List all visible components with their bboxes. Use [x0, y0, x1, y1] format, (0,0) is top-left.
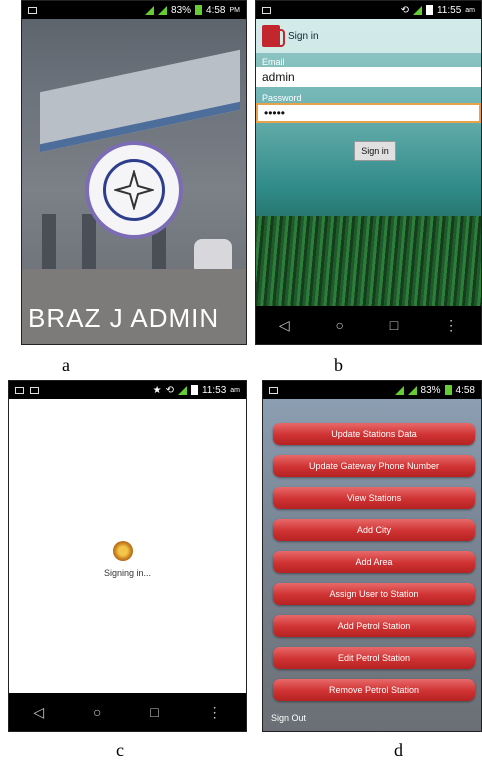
- back-icon[interactable]: ◁: [279, 317, 290, 334]
- splash-screen: 83% 4:58 PM BRAZ J ADMIN: [21, 0, 247, 345]
- password-label: Password: [262, 93, 302, 103]
- signal-icon: [394, 385, 404, 395]
- admin-menu-screen: 83% 4:58 Update Stations Data Update Gat…: [262, 380, 482, 732]
- view-stations-button[interactable]: View Stations: [273, 487, 475, 509]
- status-bar: ⟲ 11:55 am: [256, 1, 481, 19]
- battery-percent: 83%: [171, 4, 192, 16]
- status-bar: 83% 4:58 PM: [22, 1, 246, 19]
- status-bar: 83% 4:58: [263, 381, 481, 399]
- signal-icon: [177, 385, 187, 395]
- battery-icon: [444, 385, 452, 395]
- station-canopy: [40, 49, 240, 153]
- fuel-pump: [82, 214, 96, 274]
- home-icon[interactable]: ○: [93, 704, 101, 720]
- battery-icon: [425, 5, 433, 15]
- loading-text: Signing in...: [103, 568, 152, 578]
- figure-caption-c: c: [116, 740, 124, 760]
- add-area-button[interactable]: Add Area: [273, 551, 475, 573]
- clock-ampm: am: [230, 386, 240, 394]
- figure-caption-d: d: [394, 740, 403, 760]
- update-gateway-phone-button[interactable]: Update Gateway Phone Number: [273, 455, 475, 477]
- back-icon[interactable]: ◁: [33, 704, 44, 721]
- car: [194, 239, 232, 271]
- battery-percent: 83%: [420, 384, 441, 396]
- edit-petrol-station-button[interactable]: Edit Petrol Station: [273, 647, 475, 669]
- image-icon: [28, 6, 37, 14]
- update-stations-data-button[interactable]: Update Stations Data: [273, 423, 475, 445]
- university-logo: [85, 141, 183, 239]
- signal-icon: [407, 385, 417, 395]
- app-title-bar: Sign in: [256, 19, 481, 53]
- compass-star-icon: [114, 170, 154, 210]
- password-field[interactable]: •••••: [256, 103, 481, 123]
- signal-icon: [158, 5, 168, 15]
- clock: 11:55: [436, 4, 462, 16]
- sign-in-button[interactable]: Sign in: [354, 141, 396, 161]
- clock: 4:58: [206, 4, 226, 16]
- battery-icon: [195, 5, 203, 15]
- image-icon: [262, 6, 271, 14]
- battery-icon: [190, 385, 198, 395]
- sync-icon: ⟲: [400, 4, 409, 16]
- recents-icon[interactable]: □: [150, 704, 158, 720]
- clock: 11:53: [201, 384, 227, 396]
- image-icon: [269, 386, 278, 394]
- nav-bar: ◁ ○ □ ⋮: [256, 306, 481, 344]
- signal-icon: [412, 5, 422, 15]
- nav-bar: ◁ ○ □ ⋮: [9, 693, 246, 731]
- email-label: Email: [262, 57, 285, 67]
- email-field[interactable]: admin: [256, 67, 481, 87]
- loading-spinner-icon: [113, 541, 133, 561]
- star-icon: ★: [152, 384, 162, 396]
- clock: 4:58: [455, 384, 475, 396]
- home-icon[interactable]: ○: [336, 317, 344, 333]
- recents-icon[interactable]: □: [390, 317, 398, 333]
- clock-ampm: am: [465, 6, 475, 14]
- sync-icon: ⟲: [165, 384, 174, 396]
- signing-in-screen: ★ ⟲ 11:53 am Signing in... ◁ ○ □ ⋮: [8, 380, 247, 732]
- fuel-pump: [42, 214, 56, 274]
- more-icon[interactable]: ⋮: [444, 317, 458, 334]
- remove-petrol-station-button[interactable]: Remove Petrol Station: [273, 679, 475, 701]
- app-brand-title: BRAZ J ADMIN: [28, 303, 220, 333]
- screen-title: Sign in: [288, 30, 319, 42]
- notification-icon: [30, 386, 39, 394]
- figure-caption-b: b: [334, 355, 343, 375]
- more-icon[interactable]: ⋮: [208, 704, 222, 721]
- assign-user-button[interactable]: Assign User to Station: [273, 583, 475, 605]
- sign-out-link[interactable]: Sign Out: [271, 713, 306, 723]
- image-icon: [15, 386, 24, 394]
- figure-caption-a: a: [62, 355, 70, 375]
- sign-in-screen: ⟲ 11:55 am Sign in Email admin Password …: [255, 0, 482, 345]
- add-city-button[interactable]: Add City: [273, 519, 475, 541]
- add-petrol-station-button[interactable]: Add Petrol Station: [273, 615, 475, 637]
- fuel-pump-icon: [262, 25, 285, 47]
- background-seagrass: [256, 216, 481, 306]
- status-bar: ★ ⟲ 11:53 am: [9, 381, 246, 399]
- signal-icon: [145, 5, 155, 15]
- clock-ampm: PM: [229, 6, 241, 14]
